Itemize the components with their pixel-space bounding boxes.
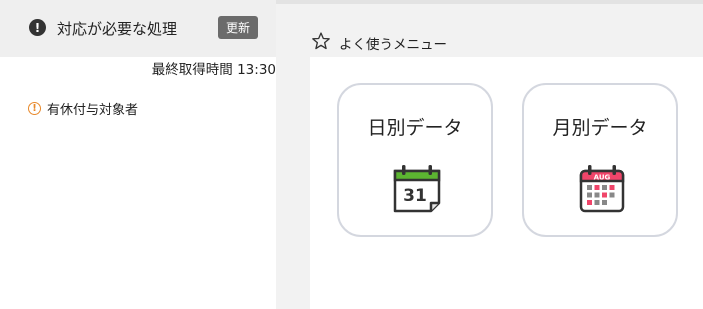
panel-title: よく使うメニュー xyxy=(339,37,447,53)
warning-circle-icon: ! xyxy=(28,102,41,115)
panel-title: 対応が必要な処理 xyxy=(57,20,178,38)
star-icon xyxy=(312,32,330,50)
tile-label: 日別データ xyxy=(367,117,463,139)
calendar-month-label: AUG xyxy=(594,174,611,182)
list-item-label[interactable]: 有休付与対象者 xyxy=(47,99,138,118)
favorite-menu-panel: よく使うメニュー 日別データ 31 月別データ AUG xyxy=(276,0,703,309)
favorite-menu-header: よく使うメニュー xyxy=(276,0,703,57)
tile-daily-data[interactable]: 日別データ 31 xyxy=(337,83,493,237)
tile-monthly-data[interactable]: 月別データ AUG xyxy=(522,83,678,237)
list-item-paid-leave[interactable]: ! 有休付与対象者 xyxy=(28,99,138,118)
calendar-day-icon: 31 xyxy=(393,165,441,213)
last-fetch-time: 最終取得時間 13:30 xyxy=(151,62,276,78)
exclamation-icon: ! xyxy=(29,19,46,36)
refresh-button[interactable]: 更新 xyxy=(218,16,258,39)
action-required-header: ! 対応が必要な処理 更新 xyxy=(0,0,276,57)
calendar-month-icon: AUG xyxy=(579,165,625,213)
tile-label: 月別データ xyxy=(552,117,648,139)
action-required-panel: ! 対応が必要な処理 更新 最終取得時間 13:30 ! 有休付与対象者 xyxy=(0,0,276,309)
menu-tiles: 日別データ 31 月別データ AUG xyxy=(310,57,703,309)
calendar-day-number: 31 xyxy=(403,186,427,206)
